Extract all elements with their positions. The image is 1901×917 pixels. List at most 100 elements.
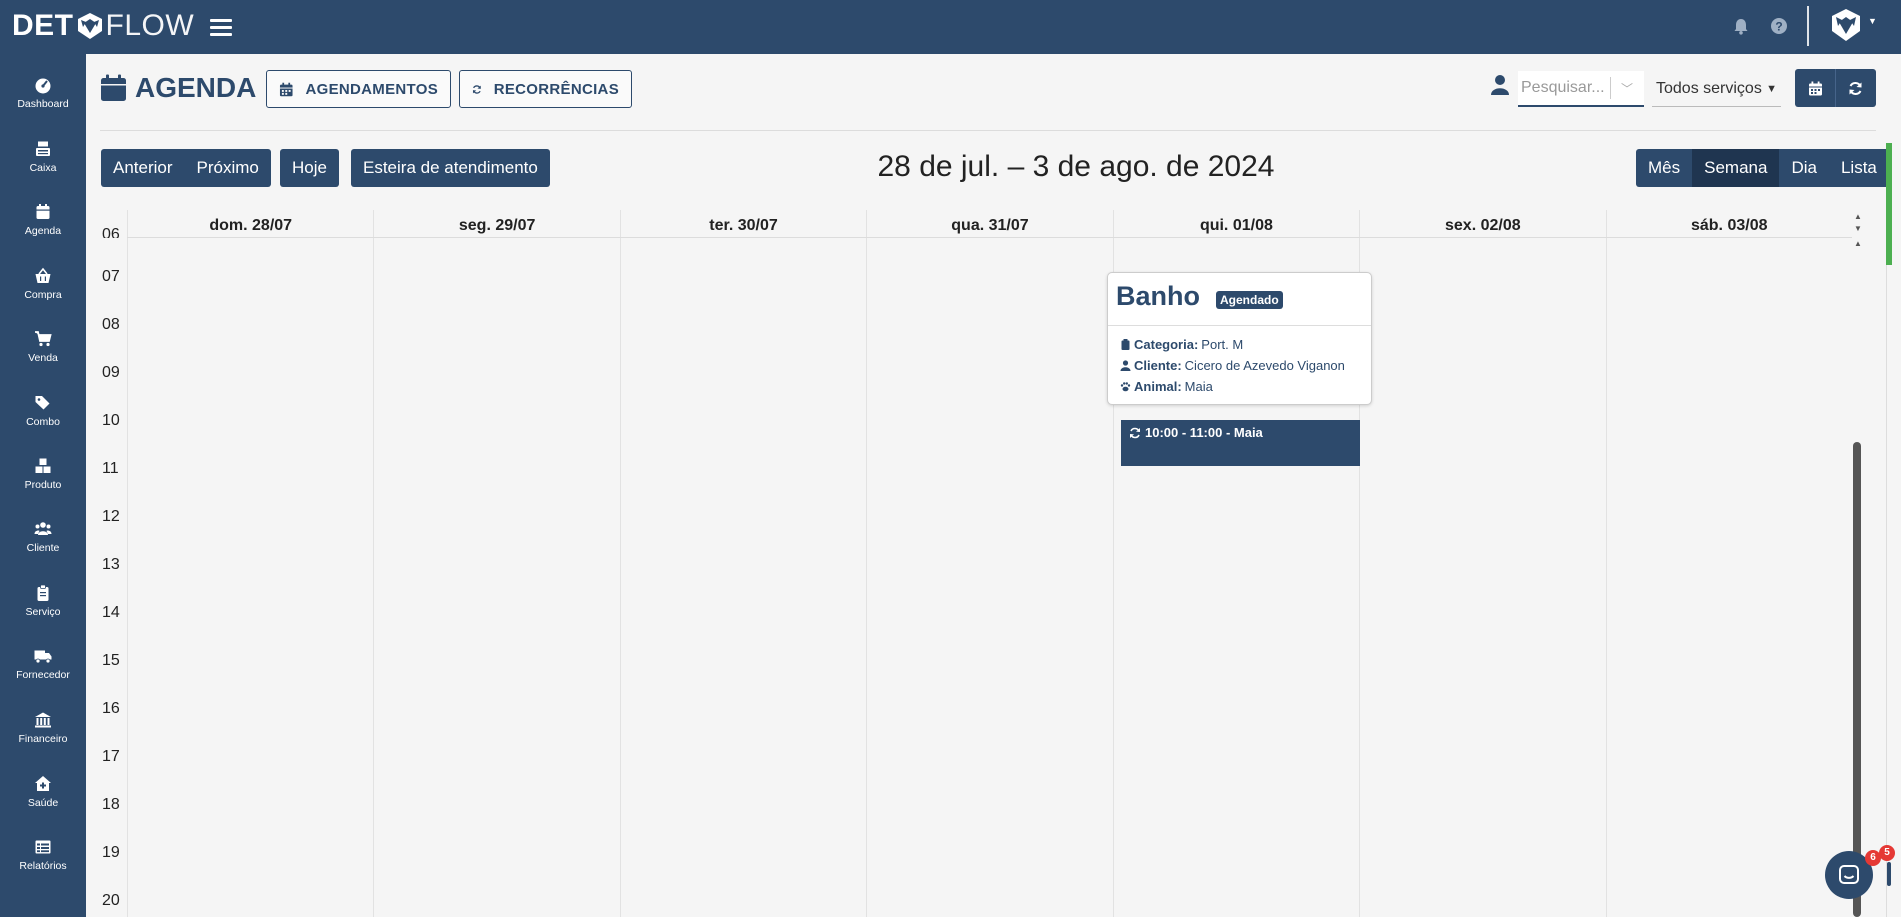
animal-label: Animal: [1134,379,1182,394]
client-value: Cicero de Azevedo Viganon [1184,358,1345,373]
agendamentos-label: AGENDAMENTOS [305,80,438,98]
today-button[interactable]: Hoje [280,149,339,187]
scrollbar-thumb[interactable] [1853,442,1861,917]
sidebar-item-label: Relatórios [19,860,67,872]
chat-side-tab[interactable] [1887,862,1891,886]
sidebar-item-saude[interactable]: Saúde [0,761,86,821]
view-day-button[interactable]: Dia [1779,149,1829,187]
client-search-select[interactable]: Pesquisar... ﹀ [1518,71,1644,107]
time-grid [127,238,1852,917]
scroll-up-arrow-icon[interactable]: ▲ [1854,212,1862,221]
clipboard-icon [1121,339,1130,350]
bell-icon[interactable] [1731,16,1751,36]
user-avatar-icon[interactable] [1828,7,1864,43]
popover-divider [1108,325,1371,326]
day-header: dom. 28/07 [127,210,373,237]
sidebar-item-label: Caixa [29,162,57,174]
day-column[interactable] [619,238,866,917]
hour-label: 08 [102,316,120,333]
calendar-icon [279,82,293,96]
sidebar-item-dashboard[interactable]: Dashboard [0,62,86,122]
scroll-down-arrow-icon[interactable]: ▼ [1854,224,1862,233]
hour-label: 06 [102,226,120,238]
service-queue-button[interactable]: Esteira de atendimento [351,149,550,187]
next-button[interactable]: Próximo [185,158,271,178]
sidebar-item-compra[interactable]: Compra [0,253,86,313]
logo-wolf-icon [77,13,102,39]
sync-icon [1849,81,1862,95]
chevron-down-icon[interactable]: ﹀ [1611,80,1643,97]
sidebar-item-agenda[interactable]: Agenda [0,189,86,249]
sidebar-item-venda[interactable]: Venda [0,316,86,376]
sidebar-item-label: Saúde [27,797,59,809]
calendar-icon [101,74,126,101]
calendar-icon [1808,81,1822,95]
calendar-view-button[interactable] [1795,69,1835,107]
sidebar-item-caixa[interactable]: Caixa [0,126,86,186]
menu-toggle-icon[interactable] [210,16,232,38]
topbar-divider [1807,6,1809,46]
category-label: Categoria: [1134,337,1199,352]
help-icon[interactable]: ? [1769,16,1789,36]
header-icon-group [1795,69,1876,107]
hour-label: 19 [102,844,120,861]
view-month-button[interactable]: Mês [1636,149,1693,187]
app-logo[interactable]: DET FLOW [12,8,194,44]
main-content: AGENDA AGENDAMENTOS RECORRÊNCIAS Pesquis… [86,54,1901,917]
scroll-up-arrow-icon[interactable]: ▲ [1854,239,1862,248]
basket-icon [35,267,51,283]
view-list-button[interactable]: Lista [1828,149,1889,187]
today-label: Hoje [292,158,327,177]
hour-label: 15 [102,652,120,669]
medical-house-icon [35,776,51,791]
calendar-event[interactable]: 10:00 - 11:00 - Maia [1121,420,1360,466]
cash-register-icon [36,141,50,156]
sidebar-item-label: Combo [26,416,60,428]
notification-badge: 5 [1879,845,1895,861]
clipboard-icon [37,584,49,601]
sidebar-item-label: Venda [28,352,58,364]
user-icon [1491,75,1509,95]
logo-text-right: FLOW [105,9,195,42]
hour-label: 13 [102,556,120,573]
avatar-caret-icon[interactable]: ▼ [1868,16,1877,26]
sidebar-item-financeiro[interactable]: Financeiro [0,697,86,757]
sidebar-item-label: Produto [24,479,62,491]
sidebar-item-servico[interactable]: Serviço [0,570,86,630]
day-column[interactable] [373,238,619,917]
page-scroll-indicator [1886,143,1892,265]
day-column[interactable] [866,238,1112,917]
tags-icon [35,396,50,410]
boxes-icon [35,458,51,473]
sidebar-item-label: Cliente [26,542,60,554]
hour-labels: 06 07 08 09 10 11 12 13 14 15 16 17 18 1… [100,210,127,917]
refresh-button[interactable] [1835,69,1875,107]
prev-button[interactable]: Anterior [101,158,185,178]
sidebar-item-fornecedor[interactable]: Fornecedor [0,633,86,693]
hour-label: 14 [102,604,120,621]
hour-label: 20 [102,892,120,909]
status-badge: Agendado [1216,291,1283,309]
page-title: AGENDA [100,72,256,104]
day-column[interactable] [1605,238,1852,917]
day-column[interactable] [1359,238,1605,917]
sidebar-item-combo[interactable]: Combo [0,380,86,440]
view-week-button[interactable]: Semana [1692,149,1780,187]
hour-label: 10 [102,412,120,429]
prev-next-group: Anterior Próximo [101,149,271,187]
event-time-label: 10:00 - 11:00 - Maia [1145,425,1263,440]
recorrencias-button[interactable]: RECORRÊNCIAS [459,70,632,108]
header-divider [100,130,1876,131]
popover-animal-row: Animal: Maia [1120,379,1213,394]
service-filter-value: Todos serviços [1656,79,1762,97]
sidebar-item-label: Agenda [24,225,62,237]
sidebar-item-produto[interactable]: Produto [0,443,86,503]
agendamentos-button[interactable]: AGENDAMENTOS [266,70,451,108]
sidebar-item-relatorios[interactable]: Relatórios [0,824,86,884]
day-header: seg. 29/07 [373,210,619,237]
category-value: Port. M [1201,337,1244,352]
sidebar-item-cliente[interactable]: Cliente [0,506,86,566]
sidebar: Dashboard Caixa Agenda Compra Venda Comb… [0,54,86,917]
day-column[interactable] [127,238,373,917]
service-filter-select[interactable]: Todos serviços ▼ [1652,71,1781,107]
